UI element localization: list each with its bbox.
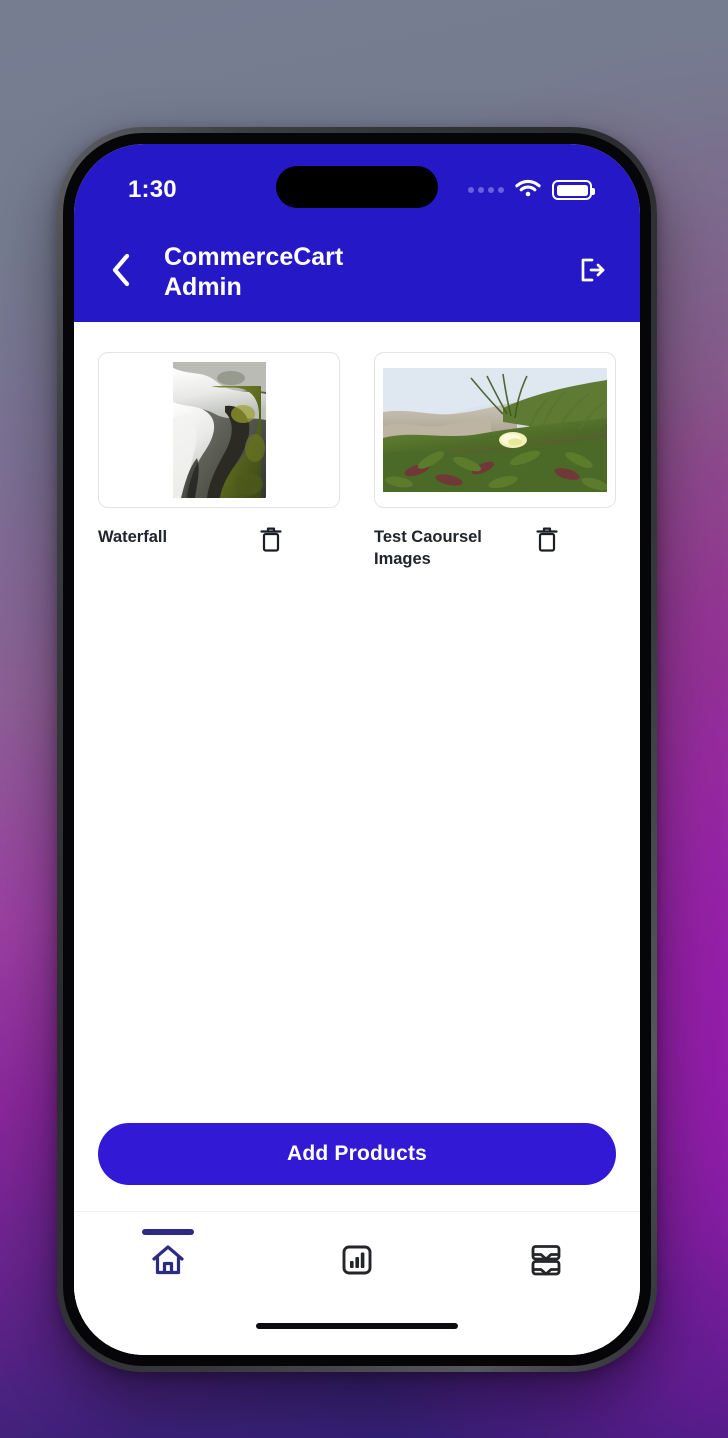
- wifi-icon: [515, 178, 541, 202]
- product-card[interactable]: Waterfall: [98, 352, 340, 571]
- phone-device-frame: 1:30 CommerceCart Admin Waterfall Test C…: [57, 127, 657, 1372]
- bar-chart-icon: [341, 1244, 373, 1281]
- product-meta: Waterfall: [98, 527, 340, 557]
- delete-product-button[interactable]: [532, 525, 562, 557]
- app-content: Waterfall Test Caoursel Images Add Produ…: [74, 322, 640, 1355]
- battery-full-icon: [552, 180, 595, 200]
- trash-icon: [535, 525, 559, 558]
- status-bar-indicators: [468, 178, 604, 202]
- home-indicator[interactable]: [256, 1323, 458, 1329]
- page-title: CommerceCart Admin: [164, 242, 343, 303]
- status-bar-time: 1:30: [128, 176, 177, 203]
- product-thumbnail-frame: [98, 352, 340, 508]
- action-area: Add Products: [74, 1123, 640, 1211]
- product-name: Waterfall: [98, 528, 168, 546]
- phone-bezel: 1:30 CommerceCart Admin Waterfall Test C…: [63, 133, 651, 1366]
- dynamic-island: [276, 166, 438, 208]
- app-header: CommerceCart Admin: [74, 230, 640, 322]
- bottom-navigation: [74, 1211, 640, 1297]
- product-grid: Waterfall Test Caoursel Images: [74, 322, 640, 1123]
- dune-flowers-photo: [383, 368, 607, 492]
- nav-item-analytics[interactable]: [263, 1212, 452, 1297]
- nav-item-orders[interactable]: [451, 1212, 640, 1297]
- app-title-line-2: Admin: [164, 273, 242, 301]
- product-thumbnail-frame: [374, 352, 616, 508]
- status-bar: 1:30: [74, 144, 640, 230]
- signal-dots-icon: [468, 187, 504, 193]
- app-title-line-1: CommerceCart: [164, 242, 344, 271]
- phone-screen: 1:30 CommerceCart Admin Waterfall Test C…: [74, 144, 640, 1355]
- product-meta: Test Caoursel Images: [374, 527, 616, 571]
- nav-item-home[interactable]: [74, 1212, 263, 1297]
- add-products-button[interactable]: Add Products: [98, 1123, 616, 1185]
- delete-product-button[interactable]: [256, 525, 286, 557]
- back-button[interactable]: [104, 253, 138, 292]
- product-card[interactable]: Test Caoursel Images: [374, 352, 616, 571]
- logout-icon: [577, 255, 607, 290]
- chevron-left-icon: [110, 253, 132, 292]
- home-indicator-area: [74, 1297, 640, 1355]
- nav-active-indicator: [142, 1228, 195, 1235]
- home-icon: [151, 1244, 185, 1281]
- logout-button[interactable]: [574, 254, 610, 290]
- product-name: Test Caoursel Images: [374, 528, 482, 568]
- trash-icon: [259, 525, 283, 558]
- waterfall-photo: [172, 362, 266, 498]
- inbox-trays-icon: [529, 1244, 563, 1281]
